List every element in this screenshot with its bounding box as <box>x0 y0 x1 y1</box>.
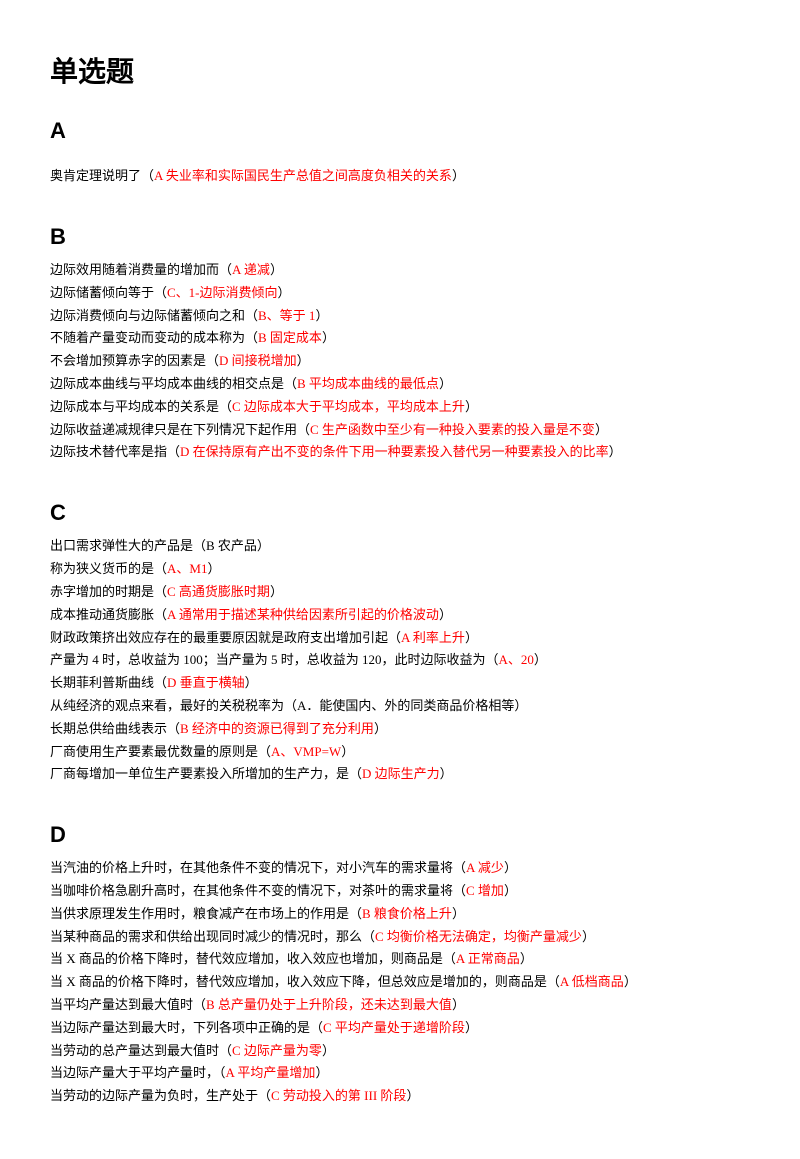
qa-item: 当某种商品的需求和供给出现同时减少的情况时，那么（C 均衡价格无法确定，均衡产量… <box>50 927 750 948</box>
qa-item: 当咖啡价格急剧升高时，在其他条件不变的情况下，对茶叶的需求量将（C 增加） <box>50 881 750 902</box>
qa-item: 不随着产量变动而变动的成本称为（B 固定成本） <box>50 328 750 349</box>
qa-item: 奥肯定理说明了（A 失业率和实际国民生产总值之间高度负相关的关系） <box>50 166 750 187</box>
qa-item: 产量为 4 时，总收益为 100；当产量为 5 时，总收益为 120，此时边际收… <box>50 650 750 671</box>
section-b-heading: B <box>50 219 750 254</box>
qa-item: 当汽油的价格上升时，在其他条件不变的情况下，对小汽车的需求量将（A 减少） <box>50 858 750 879</box>
qa-item: 当边际产量达到最大时，下列各项中正确的是（C 平均产量处于递增阶段） <box>50 1018 750 1039</box>
qa-item: 当 X 商品的价格下降时，替代效应增加，收入效应也增加，则商品是（A 正常商品） <box>50 949 750 970</box>
qa-item: 厂商每增加一单位生产要素投入所增加的生产力，是（D 边际生产力） <box>50 764 750 785</box>
qa-item: 长期菲利普斯曲线（D 垂直于横轴） <box>50 673 750 694</box>
qa-item: 边际效用随着消费量的增加而（A 递减） <box>50 260 750 281</box>
qa-item: 赤字增加的时期是（C 高通货膨胀时期） <box>50 582 750 603</box>
qa-item: 当 X 商品的价格下降时，替代效应增加，收入效应下降，但总效应是增加的，则商品是… <box>50 972 750 993</box>
qa-item: 从纯经济的观点来看，最好的关税税率为（A．能使国内、外的同类商品价格相等） <box>50 696 750 717</box>
qa-item: 当劳动的边际产量为负时，生产处于（C 劳动投入的第 III 阶段） <box>50 1086 750 1107</box>
qa-item: 边际技术替代率是指（D 在保持原有产出不变的条件下用一种要素投入替代另一种要素投… <box>50 442 750 463</box>
section-a-heading: A <box>50 113 750 148</box>
qa-item: 长期总供给曲线表示（B 经济中的资源已得到了充分利用） <box>50 719 750 740</box>
qa-item: 边际成本与平均成本的关系是（C 边际成本大于平均成本，平均成本上升） <box>50 397 750 418</box>
qa-item: 称为狭义货币的是（A、M1） <box>50 559 750 580</box>
qa-item: 当劳动的总产量达到最大值时（C 边际产量为零） <box>50 1041 750 1062</box>
qa-item: 边际成本曲线与平均成本曲线的相交点是（B 平均成本曲线的最低点） <box>50 374 750 395</box>
qa-item: 不会增加预算赤字的因素是（D 间接税增加） <box>50 351 750 372</box>
qa-item: 厂商使用生产要素最优数量的原则是（A、VMP=W） <box>50 742 750 763</box>
qa-item: 当供求原理发生作用时，粮食减产在市场上的作用是（B 粮食价格上升） <box>50 904 750 925</box>
qa-item: 财政政策挤出效应存在的最重要原因就是政府支出增加引起（A 利率上升） <box>50 628 750 649</box>
qa-item: 成本推动通货膨胀（A 通常用于描述某种供给因素所引起的价格波动） <box>50 605 750 626</box>
qa-item: 边际储蓄倾向等于（C、1-边际消费倾向） <box>50 283 750 304</box>
document-title: 单选题 <box>50 50 750 95</box>
qa-item: 出口需求弹性大的产品是（B 农产品） <box>50 536 750 557</box>
qa-item: 当边际产量大于平均产量时，（A 平均产量增加） <box>50 1063 750 1084</box>
qa-item: 边际收益递减规律只是在下列情况下起作用（C 生产函数中至少有一种投入要素的投入量… <box>50 420 750 441</box>
section-c-heading: C <box>50 495 750 530</box>
qa-item: 当平均产量达到最大值时（B 总产量仍处于上升阶段，还未达到最大值） <box>50 995 750 1016</box>
section-d-heading: D <box>50 817 750 852</box>
qa-item: 边际消费倾向与边际储蓄倾向之和（B、等于 1） <box>50 306 750 327</box>
